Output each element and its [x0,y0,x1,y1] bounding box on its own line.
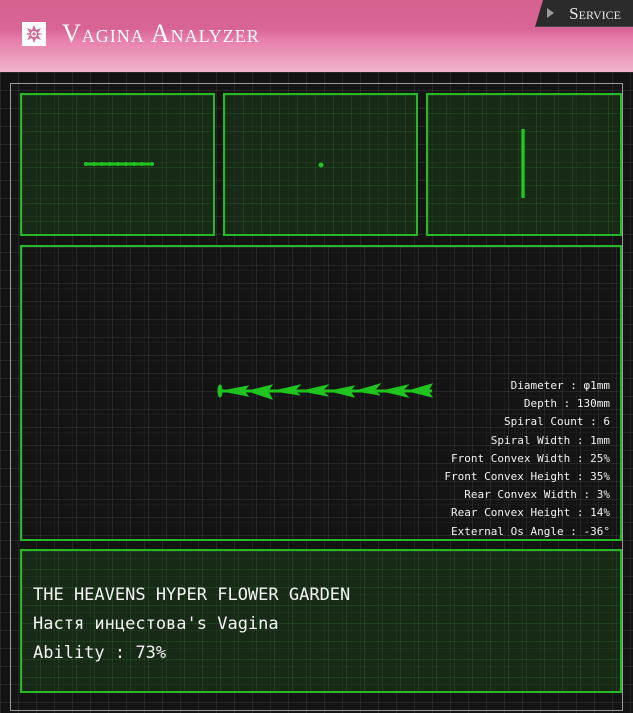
spec-rear-convex-width: Rear Convex Width : 3% [464,488,610,502]
spec-readout: Diameter : φ1mm Depth : 130mm Spiral Cou… [444,377,610,541]
app-header: Vagina Analyzer Service [0,0,633,72]
flower-star-icon [22,22,46,46]
spec-spiral-width: Spiral Width : 1mm [490,433,610,447]
ability-readout: Ability : 73% [33,643,167,663]
top-view-model [318,162,324,168]
side-view-panel [426,93,622,236]
spec-depth: Depth : 130mm [523,397,610,411]
spec-front-convex-width: Front Convex Width : 25% [451,451,610,465]
app-title: Vagina Analyzer [62,19,260,48]
vagina-analyzer-app: Vagina Analyzer Service Diameter: φ1mm … [0,0,633,713]
spec-rear-convex-height: Rear Convex Height : 14% [451,506,610,520]
garden-name: THE HEAVENS HYPER FLOWER GARDEN [33,585,351,605]
spec-diameter: Diameter : φ1mm [510,379,610,392]
spec-front-convex-height: Front Convex Height : 35% [444,470,610,484]
main-3d-view-panel: Diameter : φ1mm Depth : 130mm Spiral Cou… [20,245,622,541]
side-view-model [521,129,525,198]
service-button[interactable]: Service [535,0,633,27]
owner-name: Настя инцестова's Vagina [33,614,279,634]
front-view-model [84,162,154,166]
top-view-panel [223,93,418,236]
info-panel: THE HEAVENS HYPER FLOWER GARDEN Настя ин… [20,549,622,693]
spec-spiral-count: Spiral Count : 6 [504,415,610,429]
analyzer-workspace: Diameter : φ1mm Depth : 130mm Spiral Cou… [0,72,633,713]
front-view-panel [20,93,215,236]
spec-external-os-angle: External Os Angle : -36° [451,524,610,538]
info-text: THE HEAVENS HYPER FLOWER GARDEN Настя ин… [33,581,350,668]
